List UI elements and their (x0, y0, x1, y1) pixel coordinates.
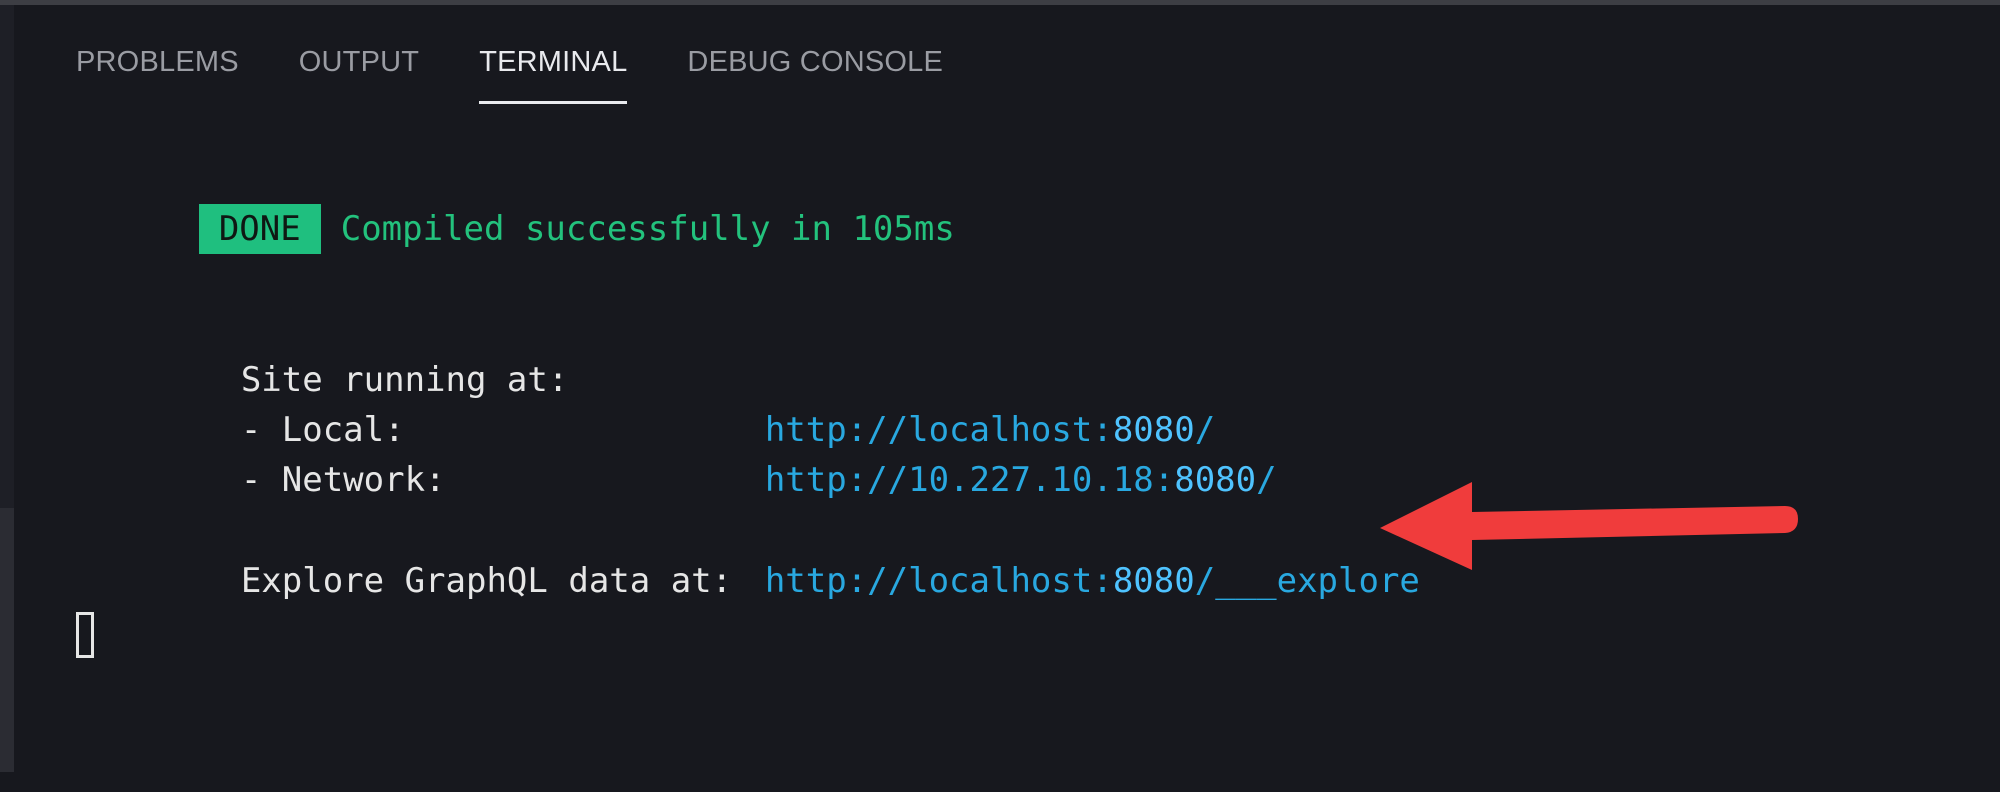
panel-bottom-strip (0, 772, 2000, 792)
tab-output[interactable]: OUTPUT (299, 38, 419, 104)
graphql-url[interactable]: http://localhost:8080/___explore (765, 561, 1420, 601)
panel-top-border[interactable] (0, 0, 2000, 5)
local-url-line: http://localhost:8080/ (642, 355, 1215, 450)
compile-status-line: DONE Compiled successfully in 105ms (76, 154, 955, 254)
done-badge: DONE (198, 204, 321, 254)
network-label: - Network: (240, 460, 446, 500)
tab-terminal[interactable]: TERMINAL (479, 38, 628, 104)
terminal-panel: PROBLEMS OUTPUT TERMINAL DEBUG CONSOLE D… (0, 0, 2000, 792)
graphql-line: Explore GraphQL data at: (118, 506, 732, 601)
terminal-cursor (76, 612, 94, 658)
network-line: - Network: (118, 405, 446, 500)
arrow-left-icon (1380, 482, 1798, 570)
network-url-line: http://10.227.10.18:8080/ (642, 405, 1277, 500)
local-line: - Local: (118, 355, 405, 450)
graphql-url-line: http://localhost:8080/___explore (642, 506, 1420, 601)
tab-debug-console[interactable]: DEBUG CONSOLE (687, 38, 943, 104)
panel-tabs: PROBLEMS OUTPUT TERMINAL DEBUG CONSOLE (76, 38, 1003, 104)
network-url[interactable]: http://10.227.10.18:8080/ (765, 460, 1277, 500)
site-running-line: Site running at: (118, 305, 569, 400)
compiled-message: Compiled successfully in 105ms (340, 209, 955, 249)
left-gutter-indicator (0, 508, 14, 772)
tab-problems[interactable]: PROBLEMS (76, 38, 239, 104)
